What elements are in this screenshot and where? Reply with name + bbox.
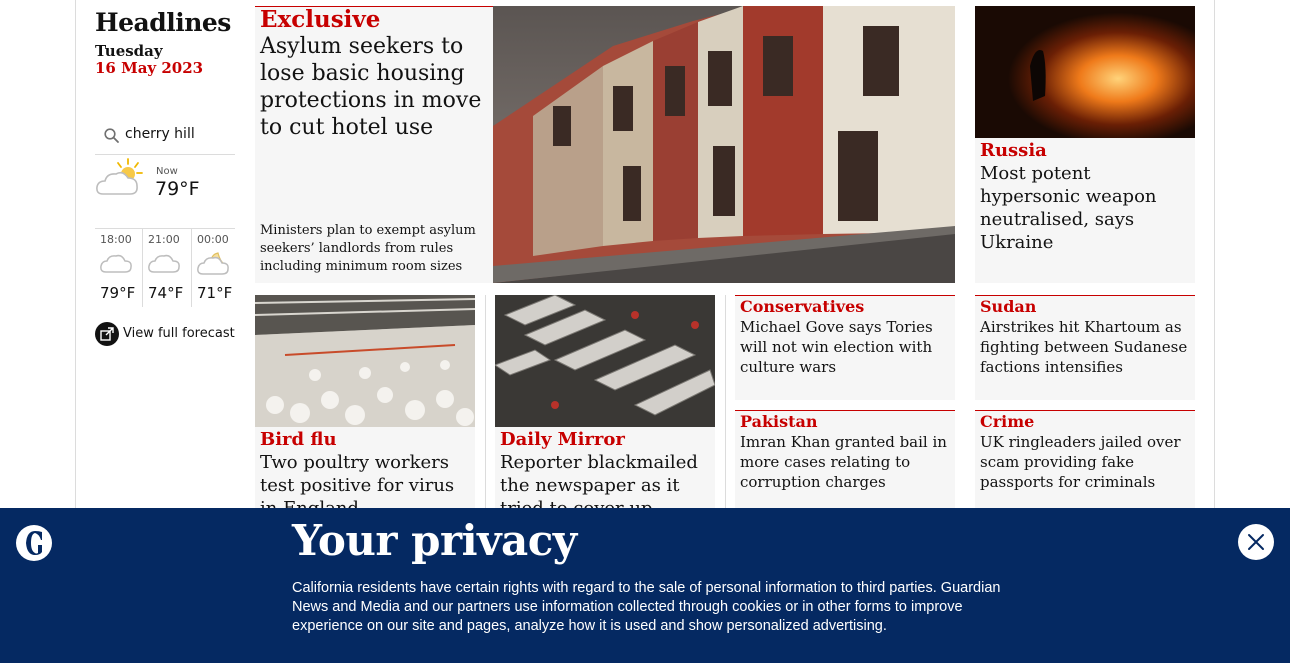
weather-location-search[interactable]: cherry hill: [95, 124, 235, 155]
lead-story-card[interactable]: Exclusive Asylum seekers to lose basic h…: [255, 6, 955, 283]
partly-cloudy-sun-icon: [96, 158, 143, 195]
weather-now: Now 79°F: [95, 158, 235, 218]
weather-hour-temp: 71°F: [197, 284, 233, 302]
view-full-forecast-link[interactable]: View full forecast: [95, 322, 235, 346]
story-card-bird-flu[interactable]: Bird flu Two poultry workers test positi…: [255, 295, 475, 515]
story-headline[interactable]: Airstrikes hit Khartoum as fighting betw…: [980, 317, 1192, 377]
external-link-icon: [95, 322, 119, 346]
story-kicker: Exclusive: [260, 6, 381, 33]
search-icon: [104, 128, 119, 143]
story-text: Bird flu Two poultry workers test positi…: [260, 429, 472, 515]
date-day: Tuesday: [95, 42, 163, 60]
column-divider: [725, 295, 726, 510]
story-headline[interactable]: UK ringleaders jailed over scam providin…: [980, 432, 1192, 492]
story-headline[interactable]: Reporter blackmailed the newspaper as it…: [500, 451, 712, 515]
story-card-crime[interactable]: Crime UK ringleaders jailed over scam pr…: [975, 410, 1195, 515]
fire-image: [975, 6, 1195, 138]
guardian-logo-icon: [16, 525, 52, 561]
close-icon: [1248, 534, 1264, 550]
privacy-banner: Your privacy California residents have c…: [0, 508, 1290, 663]
story-headline[interactable]: Michael Gove says Tories will not win el…: [740, 317, 952, 377]
lead-story-text: Exclusive Asylum seekers to lose basic h…: [260, 7, 490, 141]
weather-hour-time: 00:00: [197, 233, 229, 246]
date-full: 16 May 2023: [95, 59, 204, 77]
weather-hour-temp: 74°F: [148, 284, 184, 302]
story-card-daily-mirror[interactable]: Daily Mirror Reporter blackmailed the ne…: [495, 295, 715, 515]
privacy-body: California residents have certain rights…: [292, 580, 1001, 634]
weather-hour: 21:00 74°F: [142, 229, 188, 307]
weather-hour: 00:00 71°F: [191, 229, 237, 307]
story-kicker: Conservatives: [740, 297, 865, 316]
story-standfirst: Ministers plan to exempt asylum seekers’…: [260, 223, 476, 274]
privacy-title: Your privacy: [292, 516, 577, 565]
story-text: Conservatives Michael Gove says Tories w…: [740, 297, 952, 377]
partly-cloudy-night-icon: [197, 252, 229, 275]
weather-hour-time: 21:00: [148, 233, 180, 246]
story-headline[interactable]: Imran Khan granted bail in more cases re…: [740, 432, 952, 492]
weather-hourly: 18:00 79°F 21:00 74°F 00:00 71°F: [95, 228, 235, 308]
weather-hour-temp: 79°F: [100, 284, 136, 302]
terraced-houses-image: [493, 6, 955, 283]
story-text: Crime UK ringleaders jailed over scam pr…: [980, 412, 1192, 492]
story-kicker: Russia: [980, 140, 1047, 161]
story-card-sudan[interactable]: Sudan Airstrikes hit Khartoum as fightin…: [975, 295, 1195, 400]
story-kicker: Daily Mirror: [500, 429, 625, 450]
weather-hour: 18:00 79°F: [95, 229, 141, 307]
weather-hour-time: 18:00: [100, 233, 132, 246]
story-headline[interactable]: Most potent hypersonic weapon neutralise…: [980, 162, 1190, 254]
poultry-shed-image: [255, 295, 475, 427]
cloud-icon: [148, 254, 180, 273]
story-card-pakistan[interactable]: Pakistan Imran Khan granted bail in more…: [735, 410, 955, 515]
forecast-link-label[interactable]: View full forecast: [123, 326, 235, 341]
card-divider: [735, 295, 955, 296]
story-text: Russia Most potent hypersonic weapon neu…: [980, 140, 1190, 254]
printing-press-image: [495, 295, 715, 427]
cloud-icon: [100, 254, 132, 273]
story-kicker: Pakistan: [740, 412, 818, 431]
weather-now-temp: 79°F: [155, 178, 200, 200]
story-headline[interactable]: Two poultry workers test positive for vi…: [260, 451, 472, 515]
search-input[interactable]: cherry hill: [125, 126, 195, 142]
story-kicker: Sudan: [980, 297, 1037, 316]
story-text: Pakistan Imran Khan granted bail in more…: [740, 412, 952, 492]
story-text: Daily Mirror Reporter blackmailed the ne…: [500, 429, 712, 515]
story-text: Sudan Airstrikes hit Khartoum as fightin…: [980, 297, 1192, 377]
close-privacy-button[interactable]: [1238, 524, 1274, 560]
column-divider: [485, 295, 486, 510]
story-kicker: Crime: [980, 412, 1035, 431]
story-card-conservatives[interactable]: Conservatives Michael Gove says Tories w…: [735, 295, 955, 400]
card-divider: [975, 410, 1195, 411]
card-divider: [735, 410, 955, 411]
story-kicker: Bird flu: [260, 429, 337, 450]
story-headline[interactable]: Asylum seekers to lose basic housing pro…: [260, 33, 490, 141]
card-divider: [975, 295, 1195, 296]
weather-now-label: Now: [156, 166, 178, 177]
story-card-russia[interactable]: Russia Most potent hypersonic weapon neu…: [975, 6, 1195, 283]
section-title: Headlines: [95, 8, 231, 37]
